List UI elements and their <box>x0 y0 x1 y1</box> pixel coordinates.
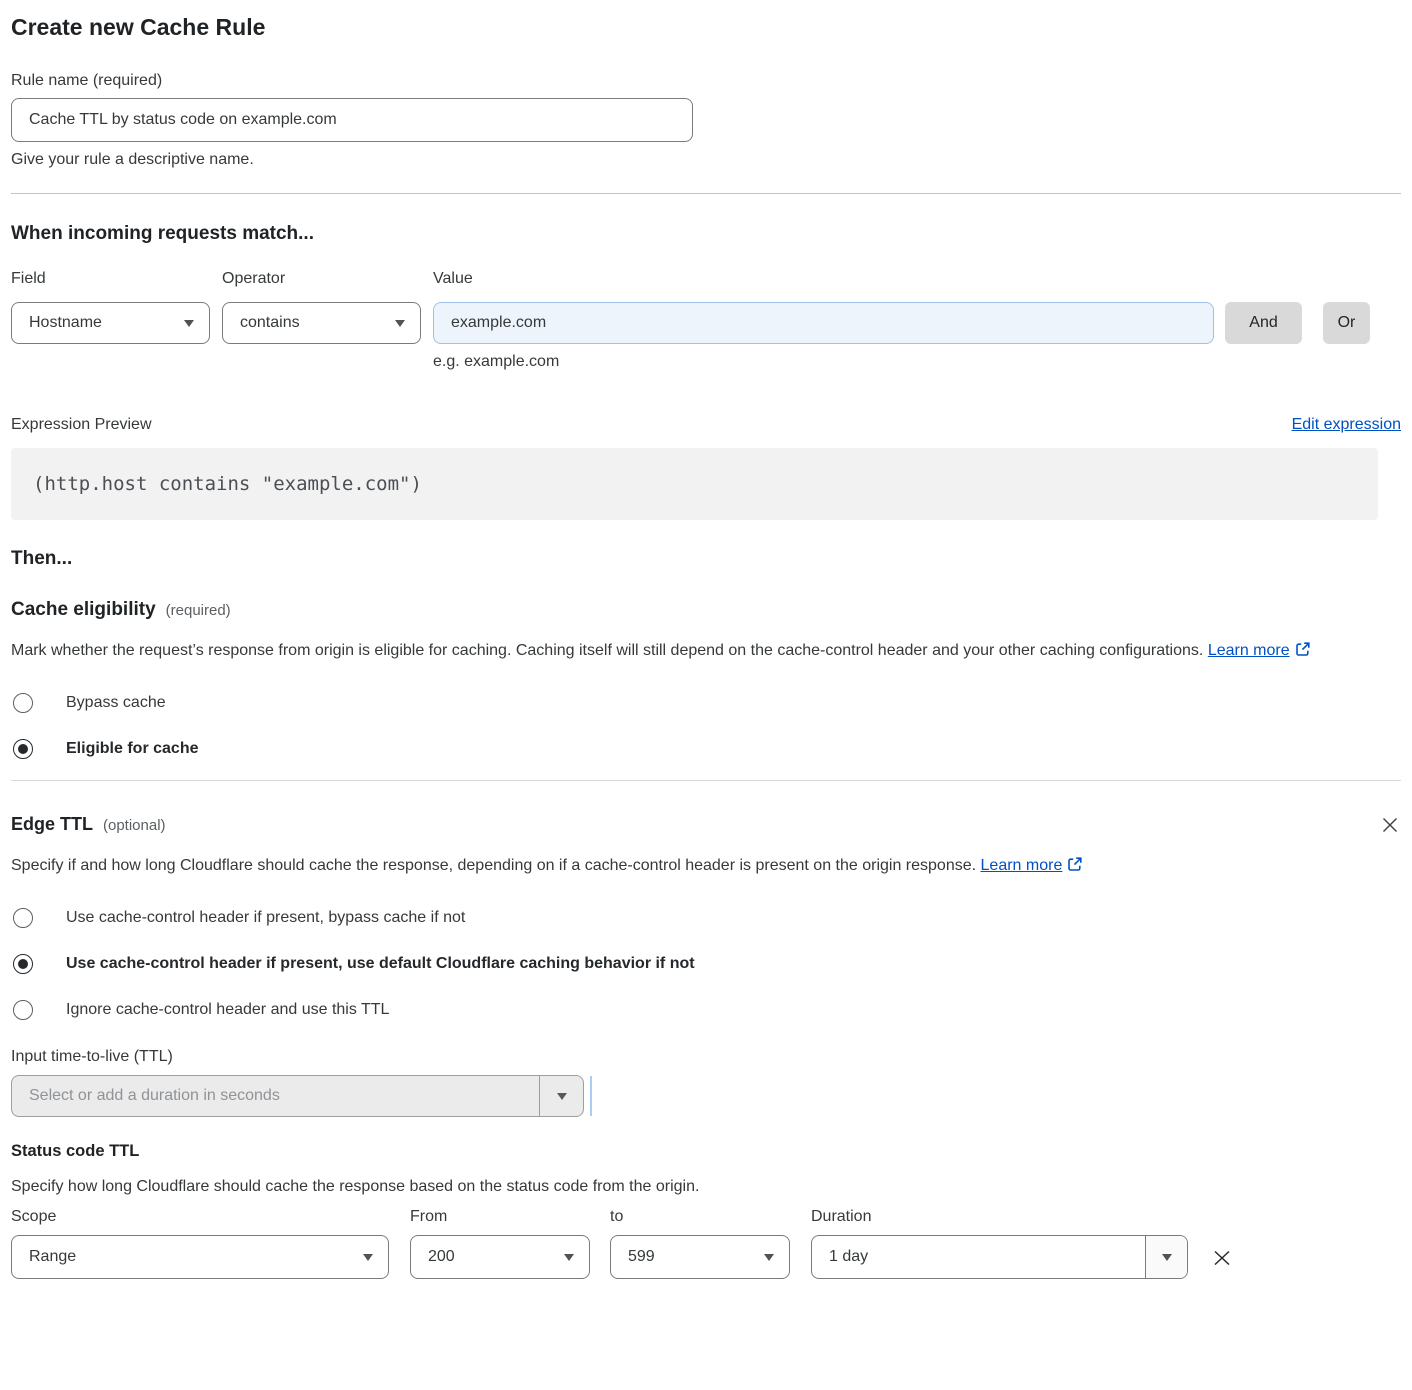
value-label: Value <box>433 270 473 288</box>
rule-name-label: Rule name (required) <box>11 72 1401 90</box>
radio-option-use-header-bypass[interactable]: Use cache-control header if present, byp… <box>11 908 1401 928</box>
learn-more-link[interactable]: Learn more <box>1208 642 1290 659</box>
field-select[interactable]: Hostname <box>11 302 210 344</box>
to-select[interactable]: 599 <box>610 1235 790 1279</box>
radio-label: Ignore cache-control header and use this… <box>66 1001 389 1019</box>
edit-expression-link[interactable]: Edit expression <box>1292 416 1401 434</box>
chevron-down-icon <box>363 1254 373 1261</box>
delete-row-icon[interactable] <box>1210 1246 1234 1270</box>
edge-ttl-header-row: Edge TTL (optional) <box>11 814 1401 836</box>
radio-selected-icon[interactable] <box>13 739 33 759</box>
radio-icon[interactable] <box>13 908 33 928</box>
expression-preview-label: Expression Preview <box>11 416 152 434</box>
ttl-input-label: Input time-to-live (TTL) <box>11 1048 1401 1066</box>
chevron-down-icon <box>564 1254 574 1261</box>
value-input[interactable] <box>433 302 1214 344</box>
rule-name-help: Give your rule a descriptive name. <box>11 151 1401 169</box>
cache-eligibility-heading: Cache eligibility <box>11 599 156 621</box>
radio-option-use-header-default[interactable]: Use cache-control header if present, use… <box>11 954 1401 974</box>
radio-option-bypass-cache[interactable]: Bypass cache <box>11 693 1401 713</box>
radio-label: Bypass cache <box>66 694 166 712</box>
or-button[interactable]: Or <box>1323 302 1370 344</box>
duration-select[interactable]: 1 day <box>811 1235 1188 1279</box>
expression-code: (http.host contains "example.com") <box>33 473 422 495</box>
match-heading: When incoming requests match... <box>11 223 1401 245</box>
radio-selected-icon[interactable] <box>13 954 33 974</box>
cache-eligibility-heading-row: Cache eligibility (required) <box>11 599 1401 621</box>
chevron-down-icon <box>764 1254 774 1261</box>
external-link-icon <box>1067 854 1083 882</box>
radio-icon[interactable] <box>13 1000 33 1020</box>
ttl-duration-select[interactable]: Select or add a duration in seconds <box>11 1075 584 1117</box>
scope-label: Scope <box>11 1208 389 1226</box>
and-button[interactable]: And <box>1225 302 1302 344</box>
to-column: to 599 <box>610 1208 790 1279</box>
from-select-value: 200 <box>428 1248 455 1266</box>
edge-ttl-description-text: Specify if and how long Cloudflare shoul… <box>11 857 976 874</box>
create-cache-rule-form: Create new Cache Rule Rule name (require… <box>0 14 1412 1279</box>
scope-column: Scope Range <box>11 1208 389 1279</box>
close-icon[interactable] <box>1379 814 1401 836</box>
status-code-ttl-heading: Status code TTL <box>11 1142 1401 1161</box>
value-hint: e.g. example.com <box>433 353 1401 371</box>
operator-select[interactable]: contains <box>222 302 421 344</box>
ttl-combo-row: Select or add a duration in seconds <box>11 1075 1401 1117</box>
ttl-duration-placeholder: Select or add a duration in seconds <box>12 1076 539 1116</box>
radio-label: Use cache-control header if present, byp… <box>66 909 465 927</box>
duration-select-value: 1 day <box>812 1236 1145 1278</box>
to-select-value: 599 <box>628 1248 655 1266</box>
operator-select-value: contains <box>240 314 300 332</box>
edge-ttl-heading: Edge TTL <box>11 814 93 835</box>
from-label: From <box>410 1208 590 1226</box>
status-code-ttl-description: Specify how long Cloudflare should cache… <box>11 1178 1401 1196</box>
edge-ttl-description: Specify if and how long Cloudflare shoul… <box>11 852 1116 882</box>
text-caret <box>590 1076 592 1116</box>
then-heading: Then... <box>11 548 1401 570</box>
cache-eligibility-description-text: Mark whether the request’s response from… <box>11 642 1203 659</box>
radio-option-ignore-header[interactable]: Ignore cache-control header and use this… <box>11 1000 1401 1020</box>
duration-label: Duration <box>811 1208 1188 1226</box>
status-code-ttl-row: Scope Range From 200 to 599 Duration 1 d… <box>11 1208 1401 1279</box>
scope-select[interactable]: Range <box>11 1235 389 1279</box>
cache-eligibility-description: Mark whether the request’s response from… <box>11 637 1356 667</box>
chevron-down-icon <box>395 320 405 327</box>
chevron-down-icon[interactable] <box>1145 1236 1187 1278</box>
radio-label: Eligible for cache <box>66 740 198 758</box>
optional-badge: (optional) <box>103 817 166 834</box>
radio-icon[interactable] <box>13 693 33 713</box>
match-labels-row: Field Operator Value <box>11 270 1401 288</box>
page-title: Create new Cache Rule <box>11 14 1401 41</box>
to-label: to <box>610 1208 790 1226</box>
field-select-value: Hostname <box>29 314 102 332</box>
from-select[interactable]: 200 <box>410 1235 590 1279</box>
chevron-down-icon[interactable] <box>539 1076 583 1116</box>
radio-option-eligible-for-cache[interactable]: Eligible for cache <box>11 739 1401 759</box>
learn-more-link[interactable]: Learn more <box>981 857 1063 874</box>
expression-preview-box: (http.host contains "example.com") <box>11 448 1378 520</box>
duration-column: Duration 1 day <box>811 1208 1188 1279</box>
expression-header: Expression Preview Edit expression <box>11 416 1401 434</box>
radio-label: Use cache-control header if present, use… <box>66 955 695 973</box>
section-divider <box>11 780 1401 781</box>
rule-name-input[interactable] <box>11 98 693 142</box>
section-divider <box>11 193 1401 194</box>
from-column: From 200 <box>410 1208 590 1279</box>
scope-select-value: Range <box>29 1248 76 1266</box>
external-link-icon <box>1295 639 1311 667</box>
chevron-down-icon <box>184 320 194 327</box>
match-controls-row: Hostname contains And Or <box>11 302 1401 344</box>
operator-label: Operator <box>222 270 433 288</box>
field-label: Field <box>11 270 222 288</box>
edge-ttl-heading-row: Edge TTL (optional) <box>11 814 166 835</box>
required-badge: (required) <box>166 602 231 619</box>
